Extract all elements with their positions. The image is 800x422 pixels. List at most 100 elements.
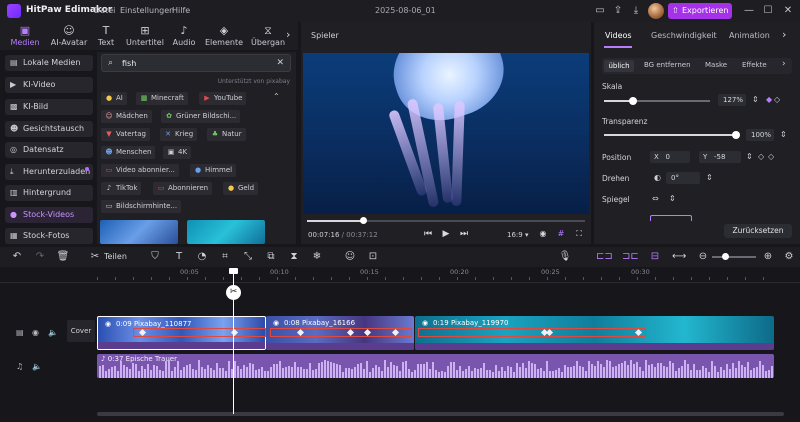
mirror-horizontal-icon[interactable]: ⇔ — [652, 194, 659, 203]
microphone-icon[interactable]: 🎙 — [558, 250, 572, 264]
category-background[interactable]: ▥ Hintergrund — [5, 185, 93, 201]
spin-icon[interactable]: ⇕ — [780, 130, 787, 139]
aspect-ratio-select[interactable]: 16:9 ▾ — [507, 231, 528, 239]
chip-screen-background[interactable]: ▭ Bildschirmhinte... — [101, 200, 182, 213]
search-box[interactable]: ⌕ ✕ — [101, 54, 291, 72]
redo-icon[interactable]: ↷ — [33, 250, 47, 264]
rotate-icon[interactable]: ◐ — [654, 173, 661, 182]
layout-icon[interactable]: ▭ — [593, 4, 607, 18]
transparency-slider[interactable] — [604, 131, 740, 139]
mirror-vertical-icon[interactable]: ⇕ — [669, 194, 676, 203]
chip-war[interactable]: ✕ Krieg — [160, 128, 198, 141]
transparency-value[interactable]: 100% — [746, 129, 774, 141]
snapshot-icon[interactable]: ◉ — [537, 229, 549, 238]
chip-people[interactable]: ☻ Menschen — [101, 146, 156, 159]
keyframe-diamond-icon[interactable]: ◇ — [774, 95, 780, 104]
chip-tiktok[interactable]: ♪ TikTok — [101, 182, 142, 195]
chip-minecraft[interactable]: ▩ Minecraft — [136, 92, 188, 105]
spin-icon[interactable]: ⇕ — [746, 152, 753, 161]
chevron-up-icon[interactable]: ⌃ — [273, 92, 280, 101]
fit-icon[interactable]: ⟷ — [672, 250, 686, 264]
position-y-field[interactable]: Y -58 — [699, 151, 741, 163]
chip-green-screen[interactable]: ✿ Grüner Bildschi... — [161, 110, 241, 123]
zoom-out-icon[interactable]: ⊖ — [696, 250, 710, 264]
chip-subscribe-video[interactable]: ▭ Video abonnier... — [101, 164, 179, 177]
chip-4k[interactable]: ▣ 4K — [163, 146, 192, 159]
category-download[interactable]: ⤓ Herunterzuladen — [5, 164, 93, 180]
ai-tool-icon[interactable]: ⊡ — [366, 250, 380, 264]
progress-handle[interactable] — [359, 217, 367, 224]
tab-audio[interactable]: ♪ Audio — [162, 22, 206, 50]
position-x-field[interactable]: X 0 — [650, 151, 690, 163]
menu-help[interactable]: Hilfe — [172, 6, 190, 15]
tab-elements[interactable]: ◈ Elemente — [201, 22, 247, 50]
playhead-handle[interactable] — [229, 268, 238, 274]
scale-handle[interactable] — [628, 97, 637, 105]
delete-icon[interactable]: 🗑 — [56, 250, 70, 264]
chip-sky[interactable]: ● Himmel — [190, 164, 237, 177]
stock-thumbnail[interactable] — [187, 220, 265, 244]
freeze-icon[interactable]: ⧗ — [287, 250, 301, 264]
link-icon[interactable]: ⊏⊐ — [596, 250, 613, 264]
spin-icon[interactable]: ⇕ — [752, 95, 759, 104]
audio-track-icon[interactable]: ♫ — [16, 362, 23, 371]
search-input[interactable] — [122, 57, 272, 69]
category-ai-video[interactable]: ▶ KI-Video — [5, 77, 93, 93]
timeline-scrollbar[interactable] — [97, 412, 784, 416]
rotate-value[interactable]: 0° — [666, 172, 700, 184]
speed-icon[interactable]: ◔ — [195, 250, 209, 264]
minimize-icon[interactable]: — — [742, 4, 756, 18]
text-box-icon[interactable]: T — [172, 250, 186, 264]
audio-clip[interactable]: ♪ 0:37 Epische Trauer — [97, 354, 774, 378]
chevron-right-icon[interactable]: › — [782, 59, 786, 69]
spin-icon[interactable]: ⇕ — [706, 173, 713, 182]
magnet-icon[interactable]: ⊐⊏ — [622, 250, 639, 264]
split-scissor-icon[interactable]: ✂ — [226, 285, 241, 300]
tab-speed[interactable]: Geschwindigkeit — [651, 31, 717, 40]
maximize-icon[interactable]: ☐ — [761, 4, 775, 18]
stock-thumbnail[interactable] — [100, 220, 178, 244]
track-visible-icon[interactable]: ◉ — [32, 328, 39, 337]
video-preview[interactable] — [303, 53, 589, 214]
menu-file[interactable]: Datei — [94, 6, 115, 15]
mask-shield-icon[interactable]: ⛉ — [148, 250, 162, 264]
step-forward-icon[interactable]: ⏭ — [458, 229, 470, 239]
settings-icon[interactable]: ⚙ — [782, 250, 796, 264]
chip-youtube[interactable]: ▶ YouTube — [199, 92, 247, 105]
menu-settings[interactable]: Einstellungen — [120, 6, 174, 15]
chip-girl[interactable]: ☺ Mädchen — [101, 110, 152, 123]
zoom-in-icon[interactable]: ⊕ — [761, 250, 775, 264]
subtab-common[interactable]: üblich — [604, 60, 634, 72]
keyframe-diamond-icon[interactable]: ◇ — [768, 152, 774, 161]
avatar[interactable] — [648, 3, 664, 19]
export-button[interactable]: ⇧ Exportieren — [668, 3, 732, 19]
subtab-remove-bg[interactable]: BG entfernen — [644, 61, 691, 69]
reset-button[interactable]: Zurücksetzen — [724, 224, 792, 238]
clear-icon[interactable]: ✕ — [276, 58, 284, 68]
chip-money[interactable]: ● Geld — [223, 182, 259, 195]
tab-animation[interactable]: Animation — [729, 31, 770, 40]
zoom-slider[interactable] — [712, 253, 756, 260]
keyframe-diamond-icon[interactable]: ◇ — [758, 152, 764, 161]
track-mute-icon[interactable]: 🔈 — [32, 362, 42, 371]
crop-icon[interactable]: ⌗ — [218, 250, 232, 264]
upload-icon[interactable]: ⇪ — [611, 4, 625, 18]
close-icon[interactable]: ✕ — [781, 4, 795, 18]
category-stock-photos[interactable]: ▦ Stock-Fotos — [5, 228, 93, 244]
subtab-mask[interactable]: Maske — [705, 61, 727, 69]
playback-progress[interactable] — [307, 217, 585, 224]
chevron-right-icon[interactable]: › — [782, 28, 786, 41]
category-stock-videos[interactable]: ● Stock-Videos — [5, 207, 93, 223]
scissors-icon[interactable]: ✂ — [88, 250, 102, 264]
keyframe-diamond-icon[interactable]: ◆ — [766, 95, 772, 104]
chip-ai[interactable]: ● AI — [101, 92, 127, 105]
category-face-swap[interactable]: ☻ Gesichtstausch — [5, 121, 93, 137]
zoom-handle[interactable] — [722, 253, 729, 260]
chip-subscribe[interactable]: ▭ Abonnieren — [153, 182, 213, 195]
category-local-media[interactable]: ▤ Lokale Medien — [5, 55, 93, 71]
face-icon[interactable]: ☺ — [343, 250, 357, 264]
transform-icon[interactable]: ⤡ — [241, 250, 255, 264]
tab-media[interactable]: ▣ Medien — [2, 22, 48, 50]
tab-videos[interactable]: Videos — [605, 31, 632, 40]
chip-fathers-day[interactable]: ▼ Vatertag — [101, 128, 150, 141]
